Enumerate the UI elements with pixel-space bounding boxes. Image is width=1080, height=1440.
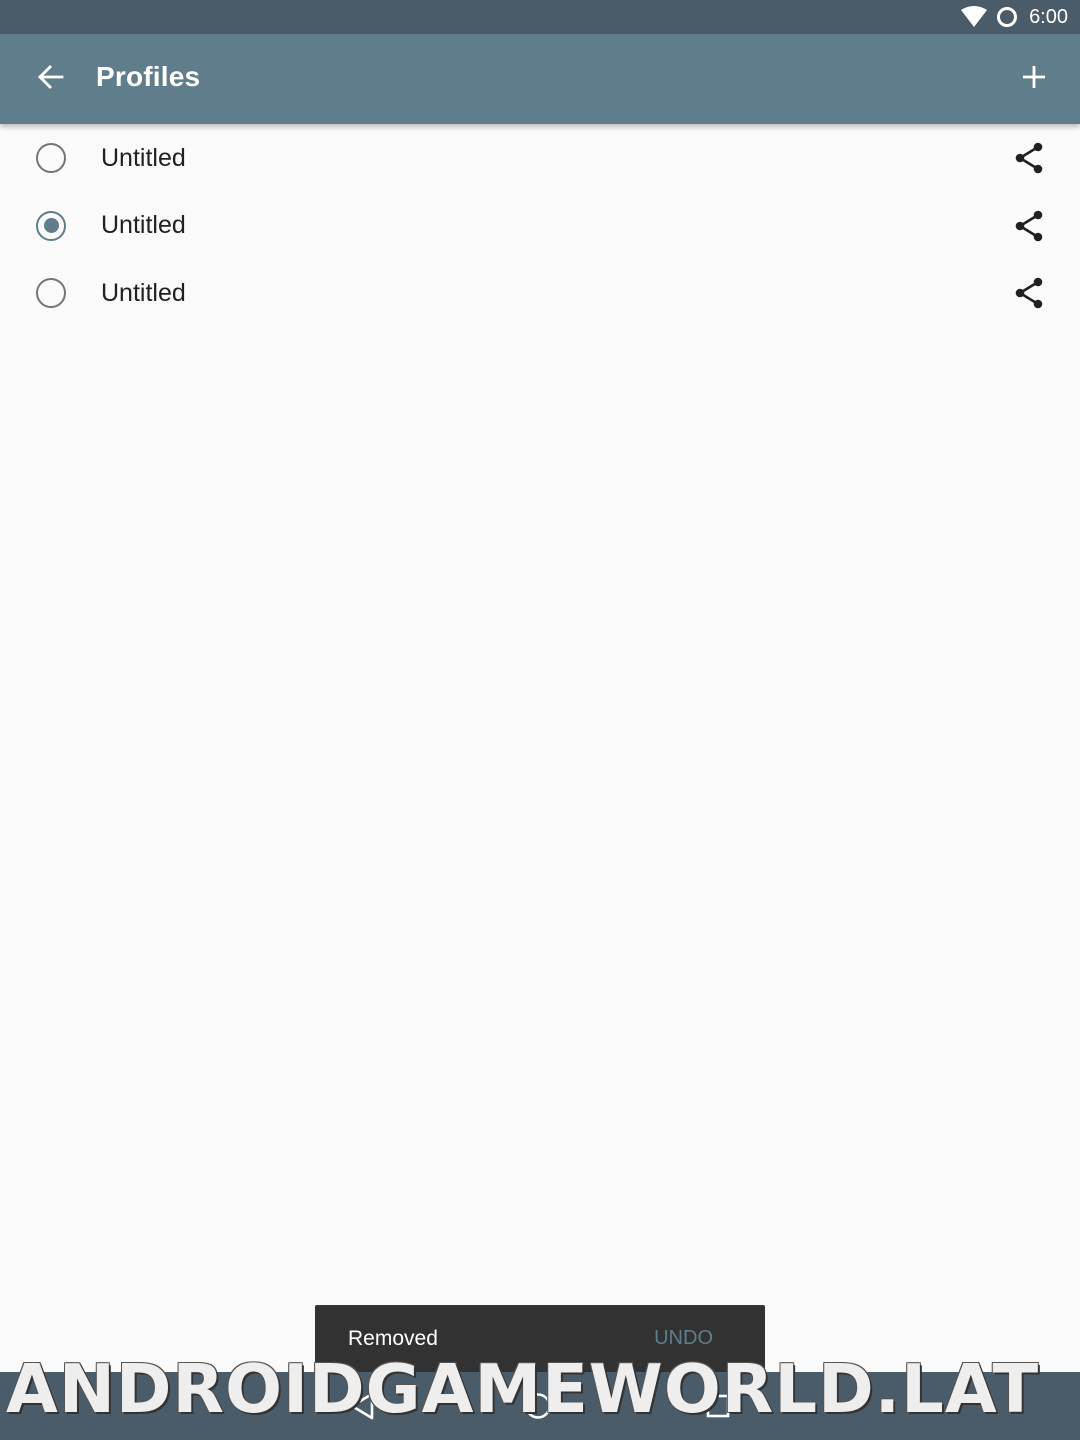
snackbar: Removed UNDO <box>315 1305 765 1375</box>
profile-name: Untitled <box>101 143 186 172</box>
share-icon <box>1015 142 1043 174</box>
arrow-back-icon <box>36 63 64 96</box>
snackbar-message: Removed <box>348 1327 438 1350</box>
add-profile-button[interactable] <box>1014 59 1054 99</box>
undo-button[interactable]: UNDO <box>654 1327 713 1350</box>
plus-icon <box>1021 64 1047 95</box>
back-triangle-icon <box>350 1392 374 1420</box>
status-icons: 6:00 <box>961 5 1068 29</box>
app-bar: Profiles <box>0 34 1080 124</box>
wifi-icon <box>961 6 988 28</box>
share-button[interactable] <box>1012 209 1046 243</box>
list-item[interactable]: Untitled <box>0 124 1080 192</box>
profile-name: Untitled <box>101 278 186 307</box>
list-item[interactable]: Untitled <box>0 192 1080 260</box>
nav-home-button[interactable] <box>520 1388 556 1424</box>
page-title: Profiles <box>96 61 201 92</box>
recents-square-icon <box>706 1394 730 1418</box>
radio-button[interactable] <box>36 278 66 309</box>
nav-recents-button[interactable] <box>700 1388 736 1424</box>
home-circle-icon <box>525 1393 551 1419</box>
share-button[interactable] <box>1012 141 1046 175</box>
share-button[interactable] <box>1012 276 1046 310</box>
navigation-bar <box>0 1372 1080 1440</box>
status-time: 6:00 <box>1029 5 1068 28</box>
nav-back-button[interactable] <box>344 1388 380 1424</box>
radio-button[interactable] <box>36 143 66 173</box>
status-bar: 6:00 <box>0 0 1080 34</box>
radio-button-selected[interactable] <box>36 210 66 241</box>
profile-list: Untitled Untitled Untitled <box>0 124 1080 327</box>
share-icon <box>1015 277 1043 309</box>
back-button[interactable] <box>30 59 70 99</box>
profile-name: Untitled <box>101 211 186 240</box>
sync-icon <box>995 5 1019 29</box>
radio-dot <box>43 218 59 234</box>
list-item[interactable]: Untitled <box>0 260 1080 328</box>
share-icon <box>1015 210 1043 242</box>
